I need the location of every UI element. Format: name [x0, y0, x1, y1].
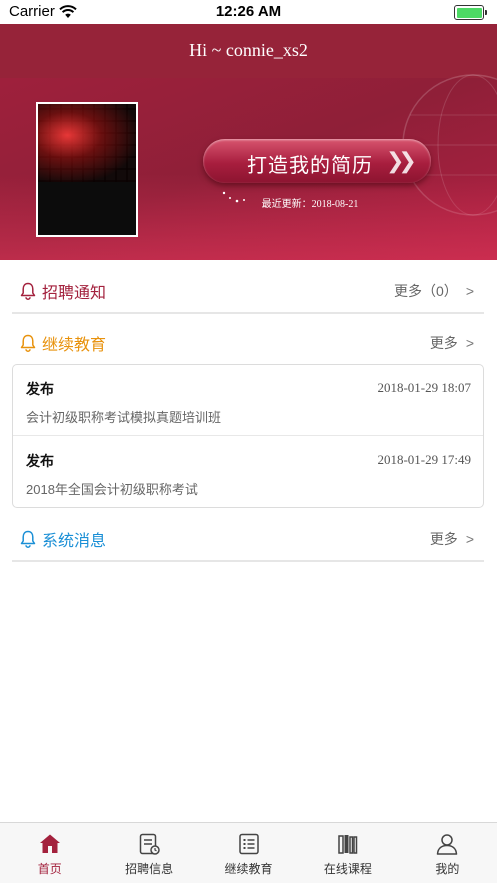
build-resume-button[interactable]: 打造我的简历 ❯❯ [203, 139, 431, 183]
tab-online-courses[interactable]: 在线课程 [298, 823, 397, 883]
bell-icon [20, 530, 36, 548]
chevron-right-icon: > [465, 531, 474, 547]
more-link[interactable]: 更多 > [430, 333, 474, 353]
section-title: 招聘通知 [42, 285, 107, 302]
tab-bar: 首页 招聘信息 继续教育 在线课程 我的 [0, 822, 497, 883]
build-resume-label: 打造我的简历 [247, 155, 373, 177]
battery-icon [454, 5, 487, 20]
clock: 12:26 AM [215, 3, 282, 20]
section-system: 系统消息 更多 > [12, 514, 484, 562]
profile-header: Hi ~ connie_xs2 打造我的简历 ❯❯ 最近更新：2018-08-2… [0, 24, 497, 260]
books-icon [338, 835, 358, 854]
greeting: Hi ~ connie_xs2 [189, 40, 308, 60]
chevron-right-icon: > [465, 335, 474, 351]
item-date: 2018-01-29 17:49 [377, 452, 471, 467]
home-icon [39, 834, 60, 853]
avatar-image [38, 104, 136, 182]
section-education: 继续教育 更多 > [12, 318, 484, 366]
document-clock-icon [139, 833, 160, 855]
section-title: 系统消息 [42, 533, 107, 550]
more-label: 更多 [429, 335, 458, 351]
list-icon [238, 833, 259, 855]
tab-label: 继续教育 [224, 862, 273, 876]
tab-label: 我的 [435, 862, 460, 876]
list-item[interactable]: 发布 2018-01-29 17:49 2018年全国会计初级职称考试 [13, 437, 483, 508]
education-list: 发布 2018-01-29 18:07 会计初级职称考试模拟真题培训班 发布 2… [12, 364, 484, 508]
item-type: 发布 [26, 453, 54, 469]
section-recruitment: 招聘通知 更多（0） > [12, 266, 484, 314]
tab-recruitment-info[interactable]: 招聘信息 [99, 823, 198, 883]
chevron-right-icon: > [465, 283, 474, 299]
more-link[interactable]: 更多 > [430, 529, 474, 549]
tab-continuing-education[interactable]: 继续教育 [199, 823, 298, 883]
tab-label: 首页 [37, 862, 62, 876]
bell-icon [20, 282, 36, 300]
item-title: 2018年全国会计初级职称考试 [26, 482, 198, 497]
list-item[interactable]: 发布 2018-01-29 18:07 会计初级职称考试模拟真题培训班 [13, 365, 483, 436]
section-title: 继续教育 [42, 337, 107, 354]
tab-label: 招聘信息 [125, 862, 174, 876]
bell-icon [20, 334, 36, 352]
user-icon [437, 834, 458, 855]
status-bar: Carrier 12:26 AM [0, 0, 497, 24]
last-updated: 最近更新：2018-08-21 [261, 199, 359, 210]
battery-level [456, 7, 482, 18]
more-link[interactable]: 更多（0） > [394, 281, 474, 301]
more-label: 更多 [429, 531, 458, 547]
app-screen: Carrier 12:26 AM Hi ~ connie_xs2 打造我的简历 [0, 0, 497, 883]
avatar[interactable] [36, 102, 138, 237]
item-date: 2018-01-29 18:07 [377, 380, 471, 395]
chevrons-right-icon: ❯❯ [386, 149, 417, 174]
more-label: 更多（0） [394, 283, 458, 299]
tab-mine[interactable]: 我的 [398, 823, 497, 883]
tab-home[interactable]: 首页 [0, 823, 99, 883]
tab-label: 在线课程 [323, 862, 372, 876]
item-title: 会计初级职称考试模拟真题培训班 [26, 410, 222, 425]
item-type: 发布 [26, 381, 54, 397]
